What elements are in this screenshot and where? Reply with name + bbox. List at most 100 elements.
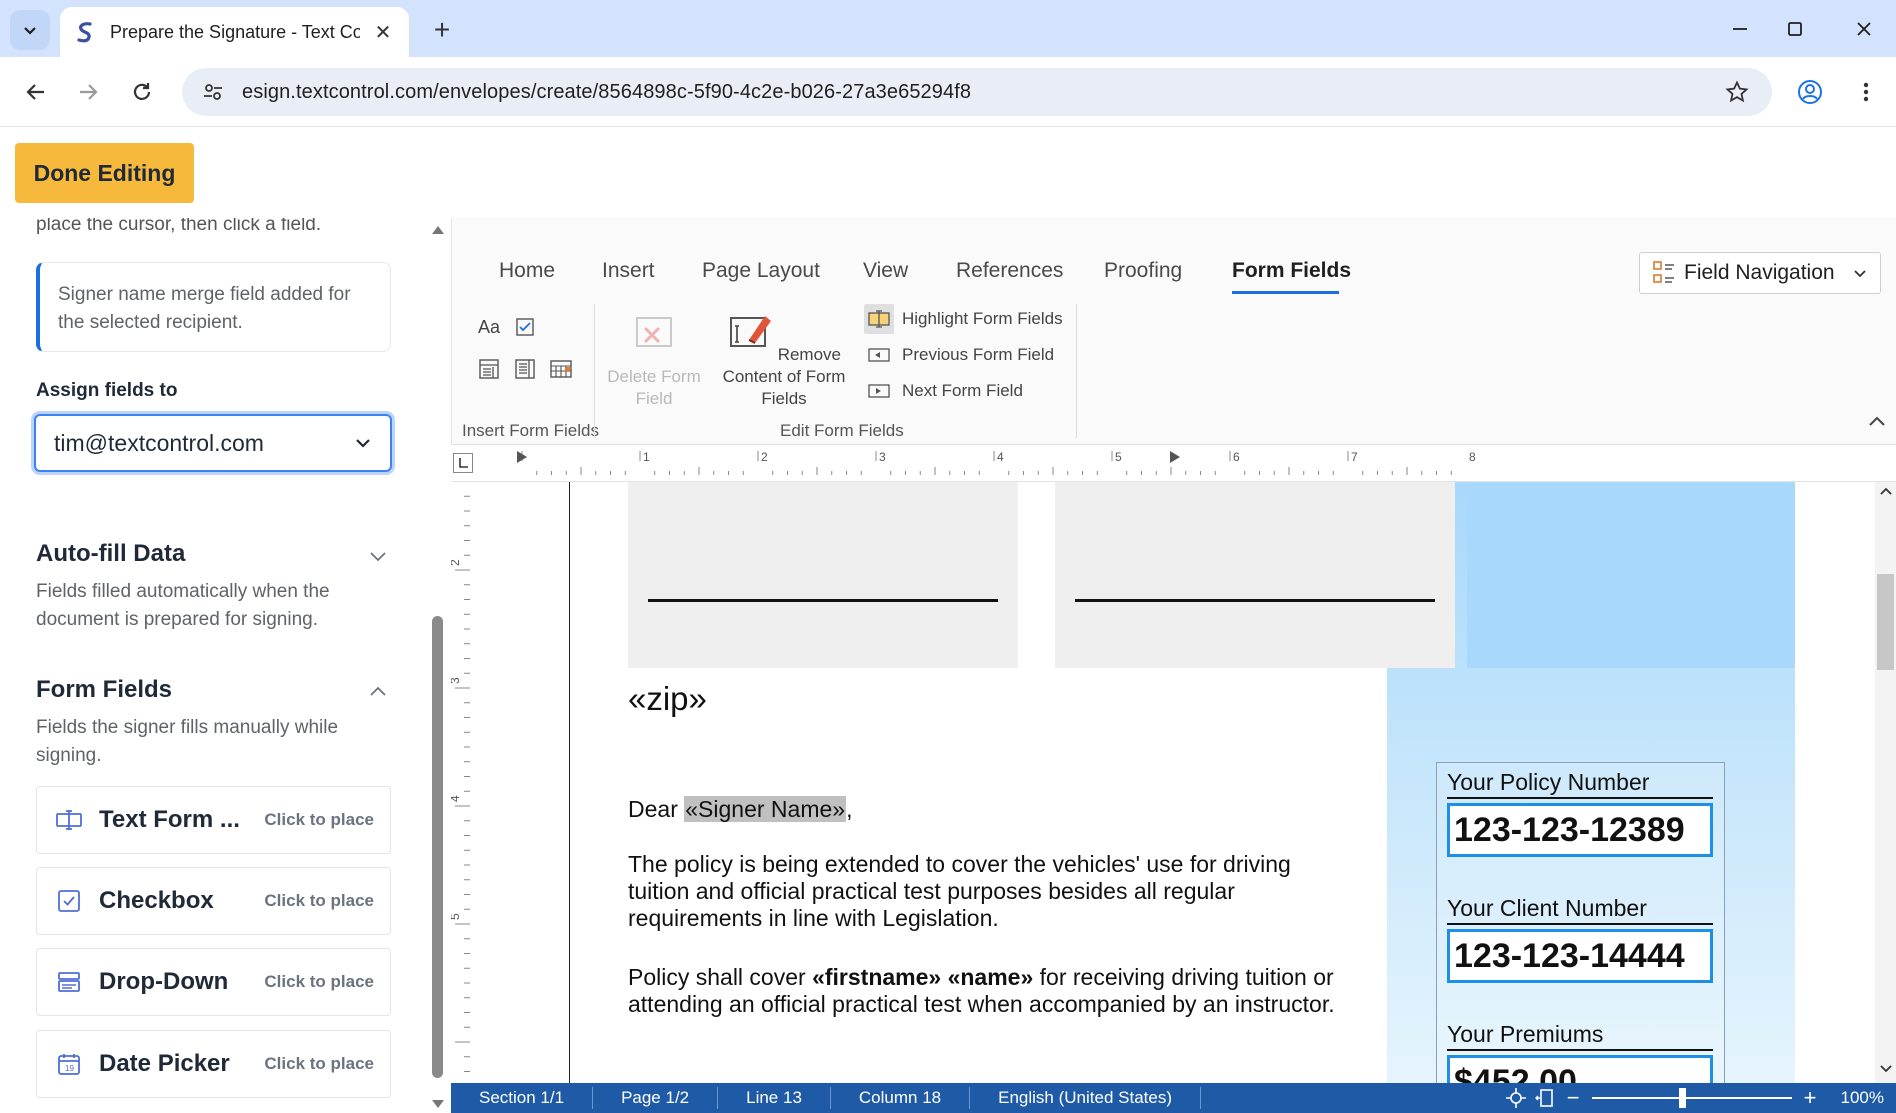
document-editor[interactable]: «zip» Dear «Signer Name», The policy is …: [481, 482, 1875, 1083]
ribbon: Home Insert Page Layout View References …: [451, 218, 1896, 444]
remove-content-button[interactable]: Remove Content of Form Fields: [709, 310, 859, 410]
tab-view[interactable]: View: [863, 259, 908, 283]
policy-number-label: Your Policy Number: [1447, 769, 1713, 799]
delete-form-field-button[interactable]: Delete Form Field: [606, 310, 702, 410]
tab-references[interactable]: References: [956, 259, 1063, 283]
salutation-suffix: ,: [846, 796, 853, 822]
zoom-slider-thumb[interactable]: [1678, 1088, 1686, 1108]
info-panel-top: [1467, 482, 1795, 668]
profile-icon: [1798, 80, 1822, 104]
bookmark-star-icon[interactable]: [1722, 77, 1752, 107]
signer-name-merge-field[interactable]: «Signer Name»: [684, 796, 847, 822]
url-text[interactable]: esign.textcontrol.com/envelopes/create/8…: [242, 81, 971, 104]
autofill-section-title[interactable]: Auto-fill Data: [36, 540, 185, 568]
collapse-ribbon-icon[interactable]: [1868, 414, 1886, 428]
premiums-label: Your Premiums: [1447, 1021, 1713, 1051]
field-navigation-label: Field Navigation: [1684, 261, 1835, 284]
insert-text-field-button[interactable]: Aa: [476, 314, 502, 340]
chevron-up-icon[interactable]: [366, 680, 390, 704]
ruler-label: 5: [451, 913, 462, 920]
minimize-button[interactable]: [1718, 10, 1762, 48]
tab-proofing[interactable]: Proofing: [1104, 259, 1182, 283]
insert-date-field-button[interactable]: [548, 356, 574, 382]
insert-dropdown-button[interactable]: [476, 356, 502, 382]
paragraph-2-start: Policy shall cover: [628, 964, 813, 990]
zoom-slider[interactable]: [1591, 1088, 1792, 1108]
right-indent-marker: [1170, 451, 1180, 463]
date-picker-field-item[interactable]: 19 Date Picker Click to place: [36, 1030, 391, 1098]
salutation: Dear «Signer Name»,: [628, 796, 852, 823]
tab-insert[interactable]: Insert: [602, 259, 655, 283]
name-merge-field[interactable]: «name»: [948, 964, 1034, 990]
document-page[interactable]: «zip» Dear «Signer Name», The policy is …: [569, 482, 1795, 1083]
policy-number-field[interactable]: 123-123-12389: [1447, 803, 1713, 857]
profile-button[interactable]: [1790, 72, 1830, 112]
tab-form-fields[interactable]: Form Fields: [1232, 259, 1351, 283]
field-navigation-button[interactable]: Field Navigation: [1639, 252, 1881, 294]
status-section: Section 1/1: [451, 1087, 594, 1109]
zoom-out-button[interactable]: −: [1567, 1087, 1580, 1109]
chevron-down-icon: [1854, 270, 1866, 278]
tab-home[interactable]: Home: [499, 259, 555, 283]
tab-close-icon[interactable]: ✕: [371, 20, 395, 45]
sidebar-scrollbar[interactable]: [427, 218, 449, 1113]
field-navigation-icon: [1653, 261, 1674, 283]
status-page: Page 1/2: [593, 1087, 719, 1109]
checkbox-field-item[interactable]: Checkbox Click to place: [36, 867, 391, 935]
status-column: Column 18: [831, 1087, 971, 1109]
chevron-down-icon[interactable]: [366, 544, 390, 568]
textcontrol-favicon-icon: [77, 22, 92, 43]
signature-box-2[interactable]: [1055, 482, 1455, 668]
checkbox-icon: [55, 887, 83, 915]
assign-fields-label: Assign fields to: [36, 380, 178, 401]
scroll-down-icon[interactable]: [1879, 1064, 1893, 1074]
maximize-button[interactable]: [1773, 10, 1817, 48]
forward-button[interactable]: [68, 72, 108, 112]
document-scrollbar[interactable]: [1875, 482, 1896, 1083]
address-bar[interactable]: esign.textcontrol.com/envelopes/create/8…: [182, 68, 1772, 116]
firstname-merge-field[interactable]: «firstname»: [812, 964, 941, 990]
insert-form-fields-group-label: Insert Form Fields: [462, 421, 599, 440]
horizontal-ruler[interactable]: 1 2 3 4 5 6 7 8: [451, 444, 1896, 482]
assign-recipient-select[interactable]: tim@textcontrol.com: [34, 414, 392, 472]
zoom-in-button[interactable]: +: [1804, 1087, 1817, 1109]
sidebar-scroll-thumb[interactable]: [432, 616, 443, 1078]
scroll-down-icon[interactable]: [431, 1098, 445, 1110]
zip-merge-field[interactable]: «zip»: [628, 680, 707, 718]
highlight-form-fields-button[interactable]: Highlight Form Fields: [864, 304, 1063, 334]
fit-page-icon[interactable]: [1505, 1087, 1527, 1109]
next-form-field-button[interactable]: Next Form Field: [864, 376, 1023, 406]
ribbon-separator: [594, 304, 595, 438]
previous-form-field-button[interactable]: Previous Form Field: [864, 340, 1054, 370]
browser-menu-button[interactable]: [1846, 72, 1886, 112]
arrow-right-icon: [80, 84, 98, 100]
status-language[interactable]: English (United States): [970, 1087, 1201, 1109]
paragraph-2: Policy shall cover «firstname» «name» fo…: [628, 964, 1358, 1018]
svg-text:19: 19: [65, 1064, 74, 1073]
vertical-ruler[interactable]: 2 3 4 5: [448, 451, 481, 1102]
document-scroll-thumb[interactable]: [1877, 574, 1894, 670]
back-button[interactable]: [16, 72, 56, 112]
signature-box-1[interactable]: [628, 482, 1018, 668]
client-number-field[interactable]: 123-123-14444: [1447, 929, 1713, 983]
insert-checkbox-button[interactable]: [512, 314, 538, 340]
site-settings-icon[interactable]: [198, 77, 228, 107]
combobox-icon: [479, 359, 499, 379]
tab-page-layout[interactable]: Page Layout: [702, 259, 820, 283]
ruler-label: 8: [1469, 450, 1476, 464]
premiums-field[interactable]: $452.00: [1447, 1055, 1713, 1083]
insert-listbox-button[interactable]: [512, 356, 538, 382]
new-tab-button[interactable]: +: [424, 12, 460, 48]
text-form-field-item[interactable]: Text Form ... Click to place: [36, 786, 391, 854]
next-field-icon: [864, 376, 894, 406]
scroll-up-icon[interactable]: [1879, 486, 1893, 496]
reload-button[interactable]: [122, 72, 162, 112]
browser-tab[interactable]: Prepare the Signature - Text Control ✕: [60, 7, 409, 57]
dropdown-field-item[interactable]: Drop-Down Click to place: [36, 948, 391, 1016]
fit-width-icon[interactable]: [1534, 1087, 1557, 1109]
tab-search-button[interactable]: [10, 10, 50, 50]
scroll-up-icon[interactable]: [431, 224, 445, 236]
form-fields-section-title[interactable]: Form Fields: [36, 676, 172, 704]
done-editing-button[interactable]: Done Editing: [15, 143, 194, 203]
close-window-button[interactable]: [1842, 10, 1886, 48]
